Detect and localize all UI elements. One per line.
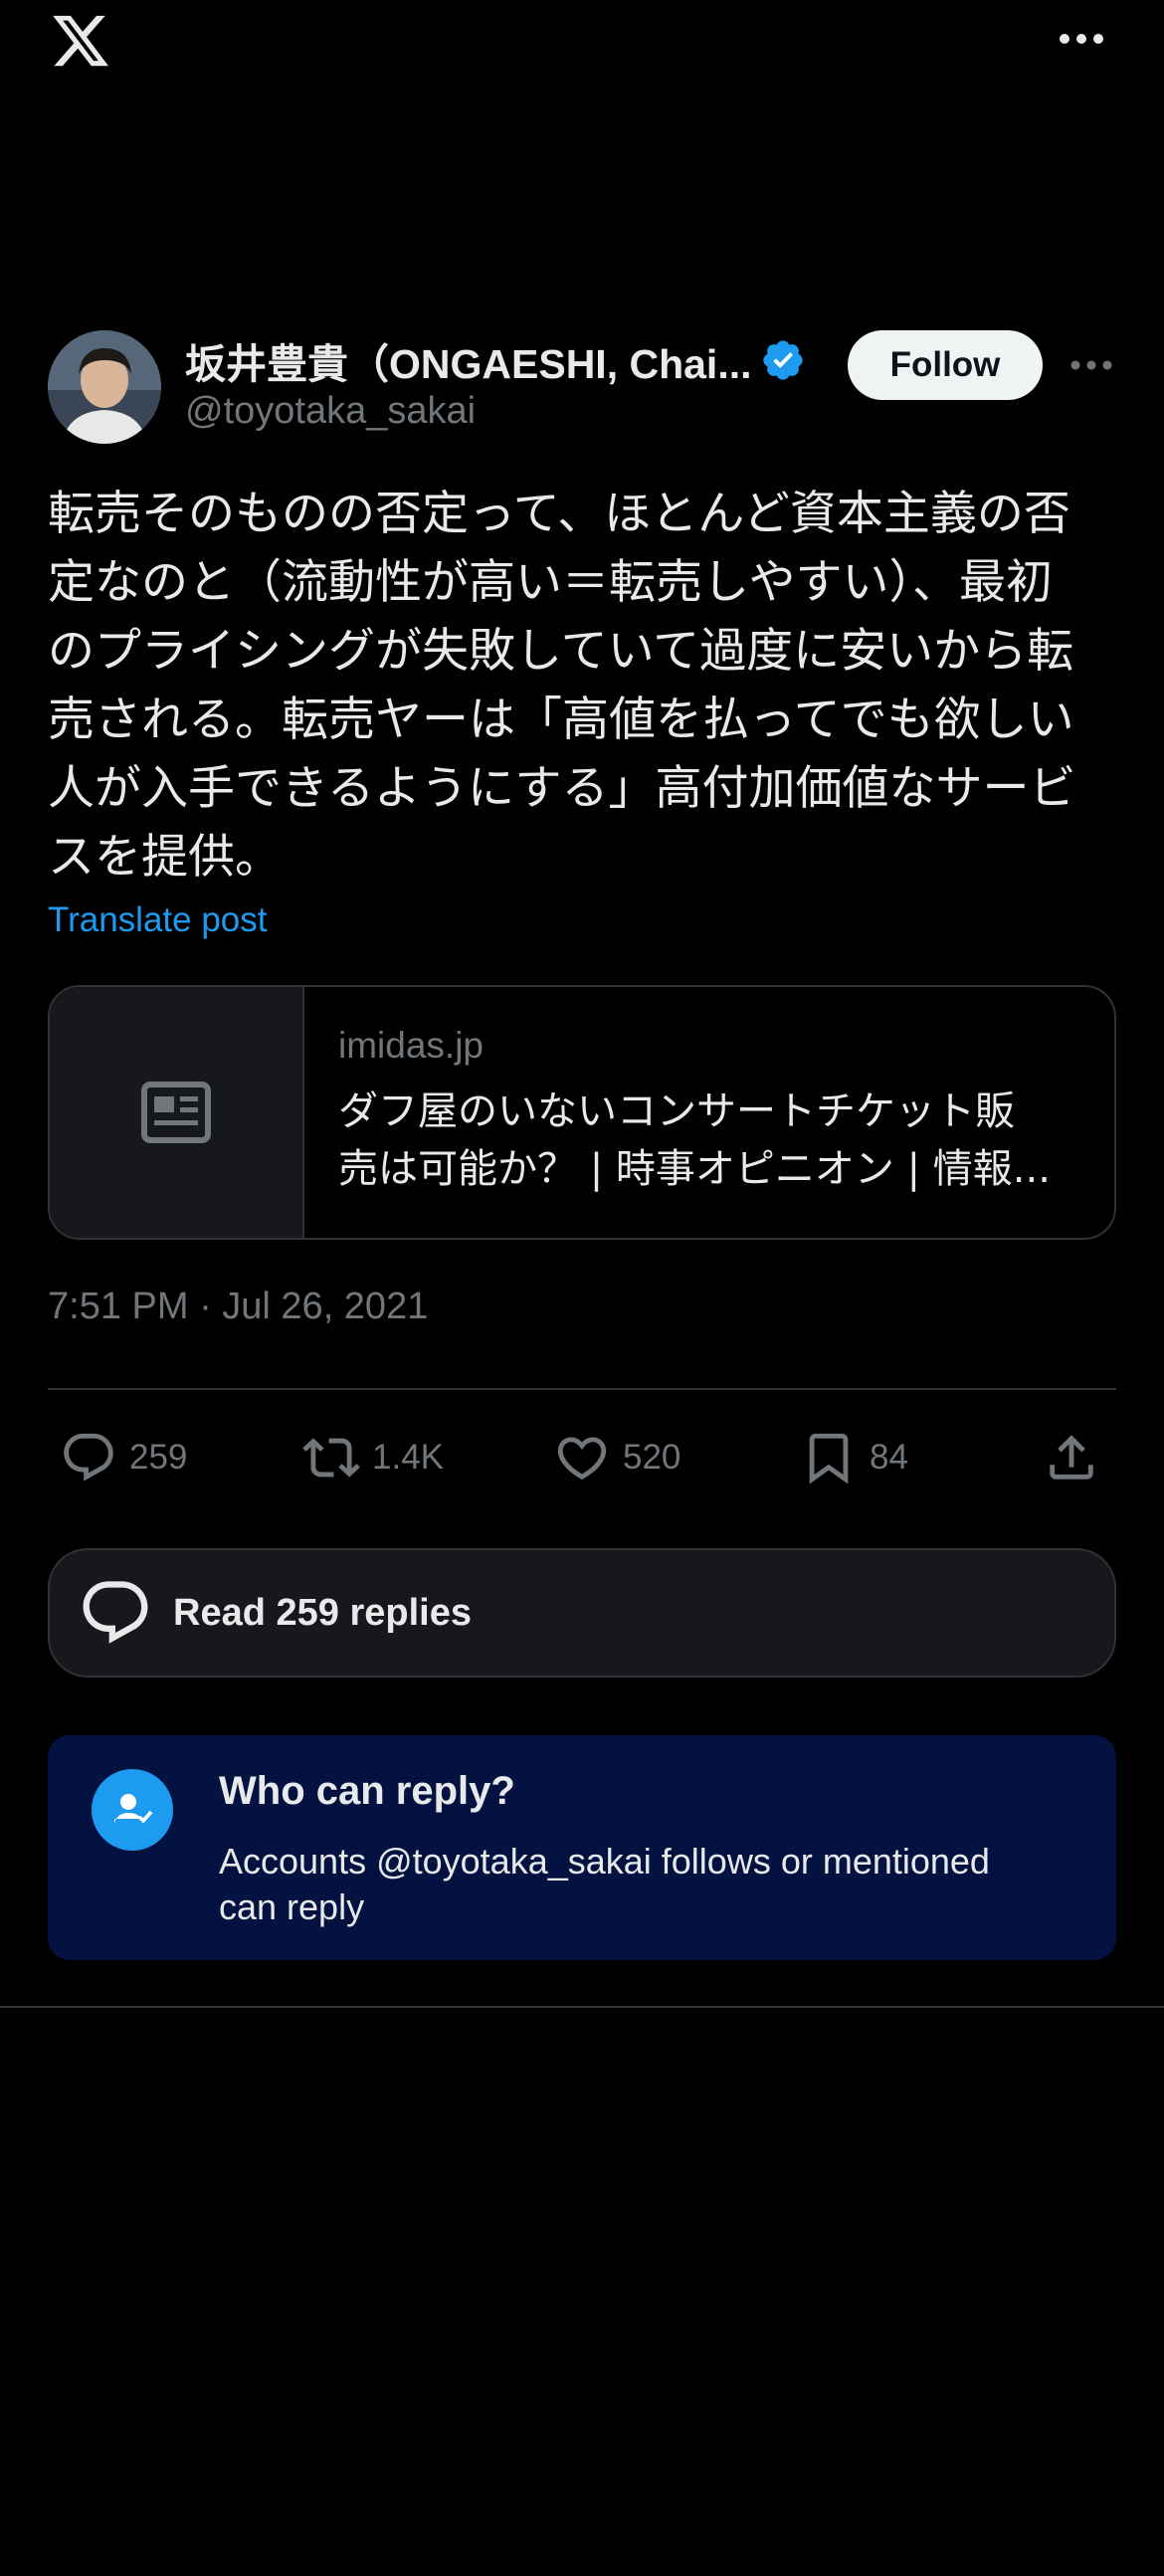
x-logo-icon[interactable] <box>48 10 113 72</box>
read-replies-label: Read 259 replies <box>173 1591 472 1634</box>
avatar[interactable] <box>48 330 161 444</box>
speech-bubble-icon <box>83 1581 148 1644</box>
action-bar: 259 1.4K 520 84 <box>48 1423 1116 1492</box>
link-card[interactable]: imidas.jp ダフ屋のいないコンサートチケット販 売は可能か？ | 時事オ… <box>48 985 1116 1240</box>
link-card-thumbnail <box>50 987 304 1238</box>
read-replies-button[interactable]: Read 259 replies <box>48 1548 1116 1678</box>
like-count: 520 <box>623 1438 681 1477</box>
repost-count: 1.4K <box>372 1438 444 1477</box>
link-card-title-line: 売は可能か？ | 時事オピニオン | 情報... <box>338 1146 1051 1192</box>
translate-post-link[interactable]: Translate post <box>48 900 267 940</box>
display-name[interactable]: 坂井豊貴（ONGAESHI, Chai... <box>185 330 752 390</box>
tweet-text-line: 定なのと（流動性が高い＝転売しやすい）、最初 <box>48 555 1054 610</box>
share-button[interactable] <box>1043 1423 1100 1492</box>
tweet-text-line: スを提供。 <box>48 830 282 885</box>
tweet-text-line: 人が入手できるようにする」高付加価値なサービ <box>48 761 1076 816</box>
user-check-icon <box>92 1769 173 1851</box>
tweet-text: 転売そのものの否定って、ほとんど資本主義の否 定なのと（流動性が高い＝転売しやす… <box>48 480 1122 892</box>
verified-badge-icon <box>762 340 803 380</box>
link-card-title: ダフ屋のいないコンサートチケット販 売は可能か？ | 時事オピニオン | 情報.… <box>338 1083 1074 1198</box>
bookmark-count: 84 <box>870 1438 908 1477</box>
reply-icon <box>64 1433 113 1482</box>
repost-button[interactable]: 1.4K <box>302 1423 444 1492</box>
who-can-reply-description: Accounts @toyotaka_sakai follows or ment… <box>219 1841 990 1927</box>
who-can-reply-title: Who can reply? <box>219 1769 515 1813</box>
divider <box>48 1388 1116 1390</box>
follow-button[interactable]: Follow <box>848 330 1043 400</box>
link-card-title-line: ダフ屋のいないコンサートチケット販 <box>338 1089 1015 1134</box>
more-options-icon[interactable] <box>1068 350 1114 380</box>
bookmark-button[interactable]: 84 <box>800 1423 908 1492</box>
avatar-image <box>48 330 161 444</box>
repost-icon <box>302 1438 360 1478</box>
link-card-domain: imidas.jp <box>338 1025 484 1066</box>
more-horizontal-icon[interactable] <box>1057 24 1106 54</box>
bookmark-icon <box>809 1433 849 1485</box>
article-icon <box>141 1082 211 1143</box>
reply-count: 259 <box>129 1438 188 1477</box>
divider <box>0 2006 1164 2008</box>
tweet-text-line: のプライシングが失敗していて過度に安いから転 <box>48 624 1074 679</box>
tweet-text-line: 転売そのものの否定って、ほとんど資本主義の否 <box>48 487 1070 541</box>
tweet-author: 坂井豊貴（ONGAESHI, Chai... @toyotaka_sakai F… <box>48 328 1116 448</box>
who-can-reply-notice: Who can reply? Accounts @toyotaka_sakai … <box>48 1735 1116 1960</box>
user-handle[interactable]: @toyotaka_sakai <box>185 390 476 433</box>
tweet-text-line: 売される。転売ヤーは「高値を払ってでも欲しい <box>48 693 1074 747</box>
reply-button[interactable]: 259 <box>60 1423 187 1492</box>
display-name-row: 坂井豊貴（ONGAESHI, Chai... <box>185 332 822 388</box>
top-bar <box>0 0 1164 90</box>
tweet-timestamp[interactable]: 7:51 PM · Jul 26, 2021 <box>48 1286 428 1328</box>
share-icon <box>1050 1435 1093 1480</box>
heart-icon <box>557 1437 607 1481</box>
like-button[interactable]: 520 <box>553 1423 680 1492</box>
